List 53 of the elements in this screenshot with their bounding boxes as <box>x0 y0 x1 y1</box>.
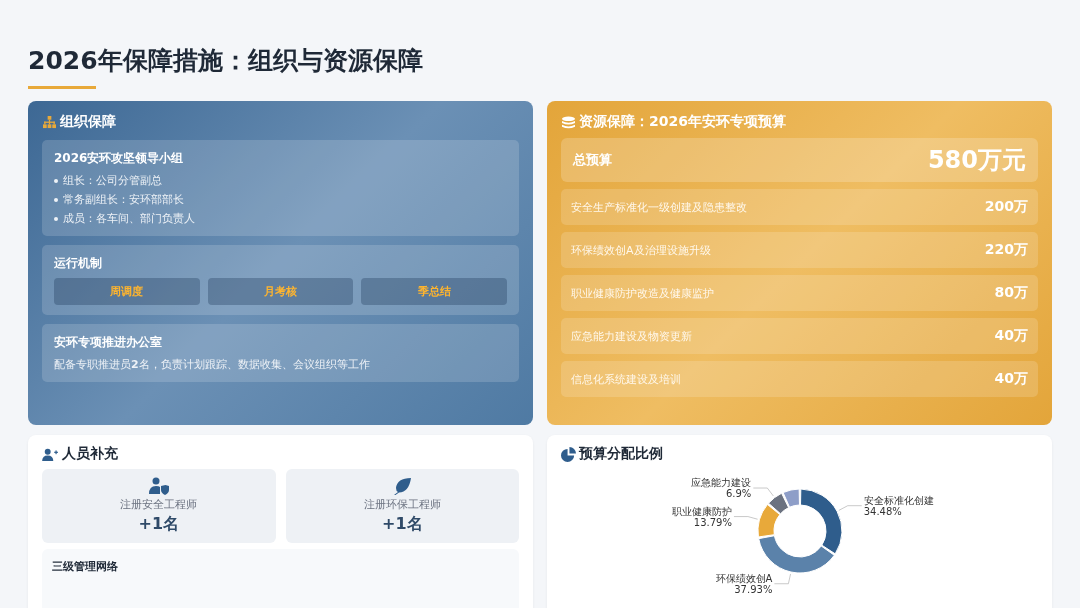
bullet-icon <box>54 197 58 202</box>
data-label: 13.79% <box>693 516 732 528</box>
card-title: 三级管理网络 <box>52 559 119 574</box>
add-user-icon <box>42 447 59 461</box>
staff-role: 注册环保工程师 <box>363 497 441 512</box>
budget-item-name: 应急能力建设及物资更新 <box>571 328 692 344</box>
mechanism-button[interactable]: 季总结 <box>361 278 507 305</box>
slice-label: 环保绩效创A <box>715 572 773 584</box>
data-label: 6.9% <box>725 488 751 500</box>
card-title: 安环专项推进办公室 <box>54 334 163 351</box>
slice-label: 安全标准化创建 <box>863 494 934 506</box>
bullet-icon <box>54 178 58 183</box>
panel-title: 资源保障：2026年安环专项预算 <box>579 113 786 131</box>
slice-label: 环保绩效创A 37.93% <box>715 572 791 595</box>
staff-count: +1名 <box>381 514 423 535</box>
panel-title: 预算分配比例 <box>579 445 663 463</box>
slice-label: 安全标准化创建 34.48% <box>837 494 934 517</box>
user-shield-icon <box>148 477 169 495</box>
list-item: 组长：公司分管副总 <box>63 173 162 188</box>
panel-title: 人员补充 <box>62 445 118 463</box>
budget-amount: 80万 <box>994 284 1028 302</box>
page-title: 2026年保障措施：组织与资源保障 <box>28 45 424 77</box>
bullet-icon <box>54 216 58 221</box>
slice-label: 职业健康防护 13.79% <box>671 505 758 528</box>
data-label: 37.93% <box>733 583 772 595</box>
office-description: 配备专职推进员2名，负责计划跟踪、数据收集、会议组织等工作 <box>54 357 371 372</box>
budget-amount: 40万 <box>994 370 1028 388</box>
staff-role: 注册安全工程师 <box>120 497 198 512</box>
budget-item-name: 职业健康防护改造及健康监护 <box>571 285 714 301</box>
budget-item-name: 安全生产标准化一级创建及隐患整改 <box>571 199 747 215</box>
total-label: 总预算 <box>573 151 612 169</box>
total-value: 580万元 <box>927 145 1026 176</box>
mechanism-button[interactable]: 月考核 <box>207 278 354 305</box>
pie-chart-icon <box>561 446 576 462</box>
list-item: 成员：各车间、部门负责人 <box>63 211 195 226</box>
budget-item-name: 环保绩效创A及治理设施升级 <box>571 242 711 258</box>
budget-amount: 200万 <box>984 198 1028 216</box>
hierarchy-icon <box>42 115 57 129</box>
budget-item-name: 信息化系统建设及培训 <box>571 371 681 387</box>
panel-title: 组织保障 <box>60 113 116 131</box>
leaf-icon <box>392 477 413 495</box>
slice-label: 职业健康防护 <box>671 505 732 517</box>
mechanism-button[interactable]: 周调度 <box>54 278 200 305</box>
card-title: 运行机制 <box>54 255 103 272</box>
data-label: 34.48% <box>863 505 902 517</box>
staff-count: +1名 <box>138 514 179 535</box>
budget-amount: 40万 <box>994 327 1028 345</box>
coins-icon <box>561 115 576 129</box>
card-title: 2026安环攻坚领导小组 <box>54 150 185 167</box>
list-item: 常务副组长：安环部部长 <box>63 192 184 207</box>
budget-amount: 220万 <box>984 241 1028 259</box>
slice-label: 应急能力建设 6.9% <box>690 477 774 499</box>
slice-label: 应急能力建设 <box>690 477 751 489</box>
